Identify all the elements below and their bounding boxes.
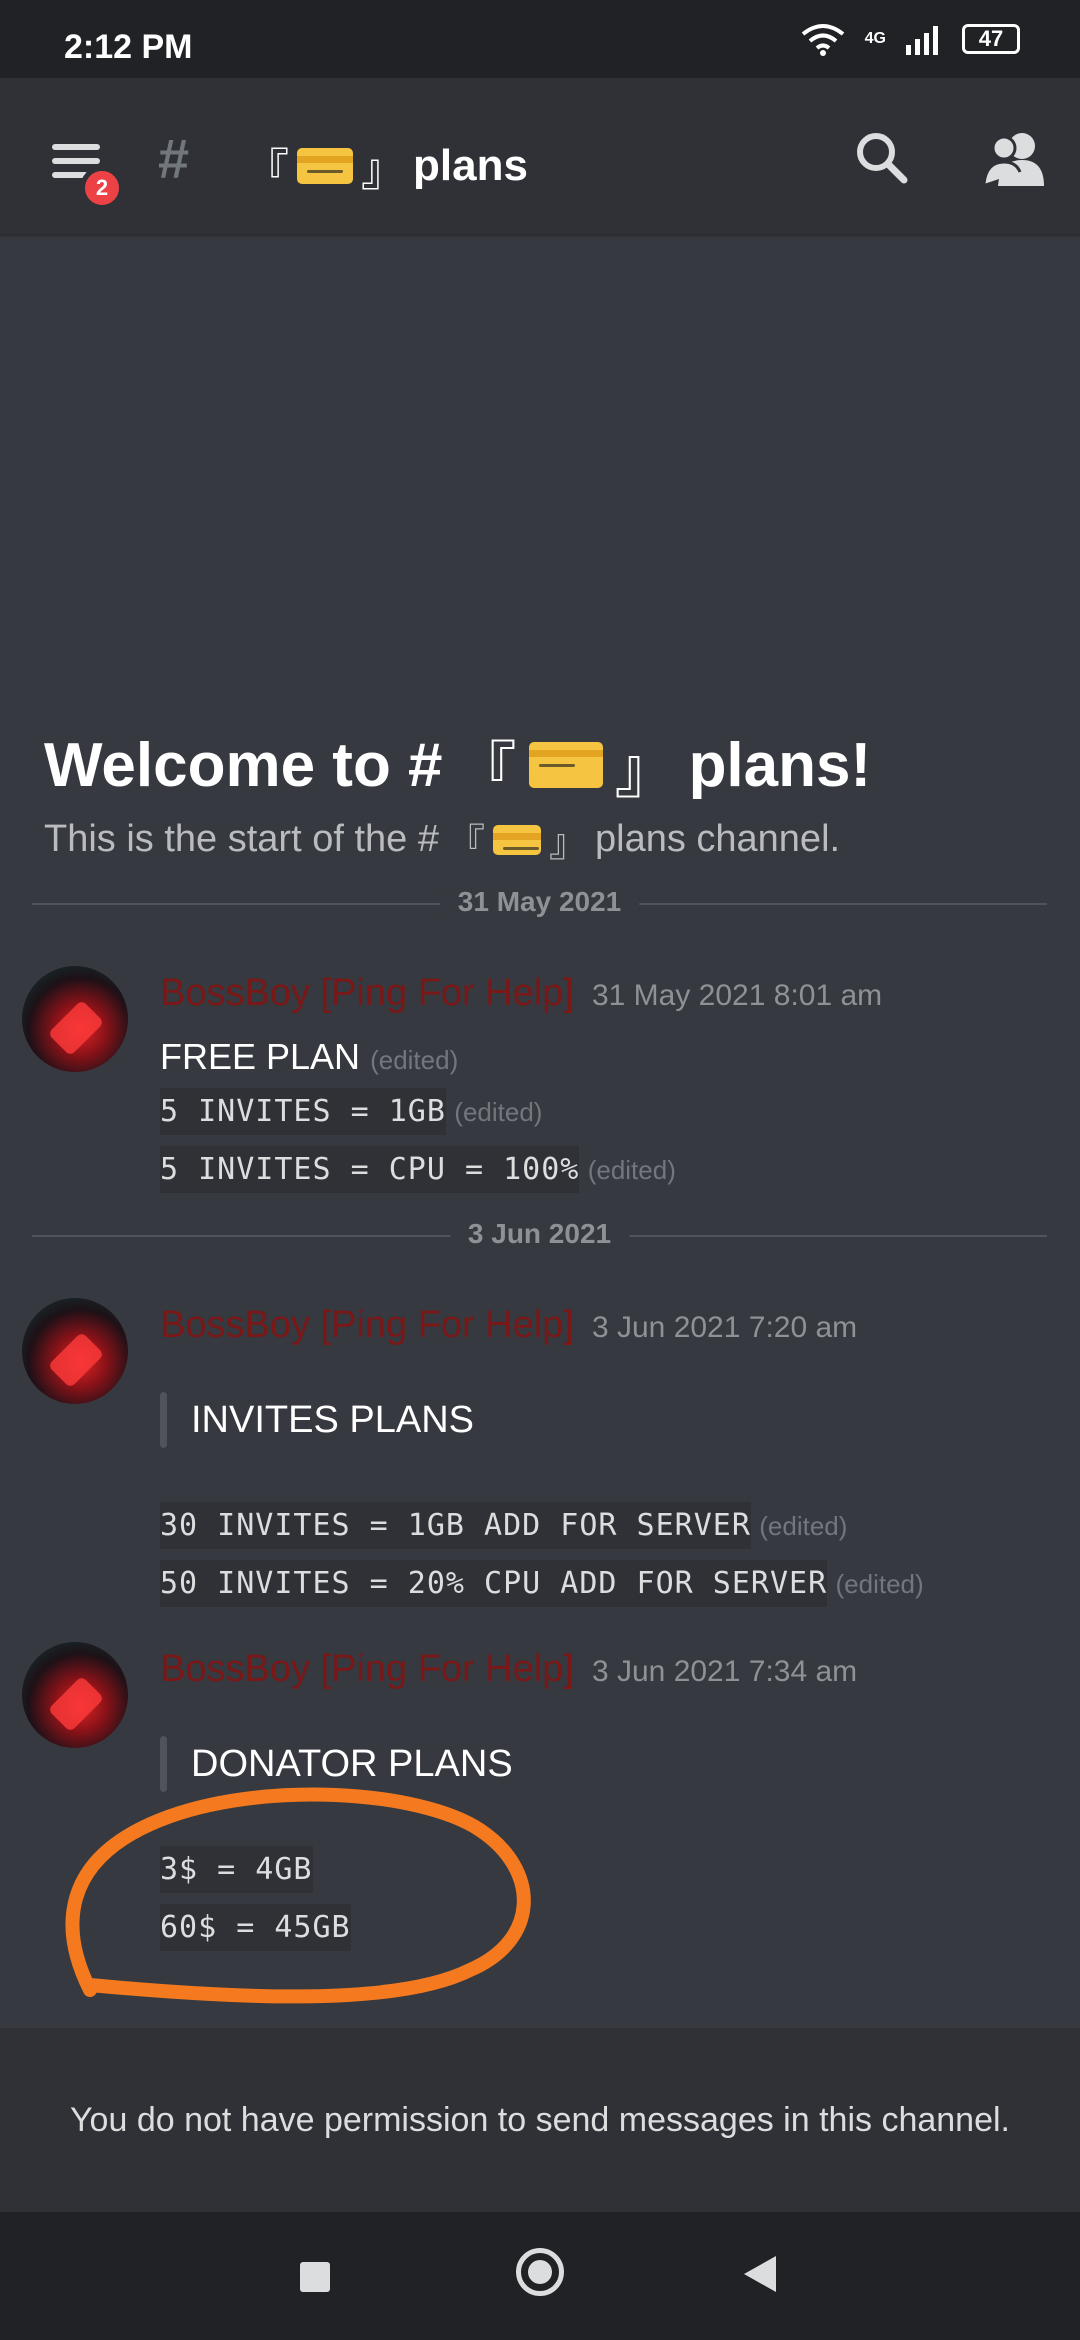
recents-icon[interactable] [300,2262,330,2292]
timestamp: 3 Jun 2021 7:34 am [591,1655,858,1688]
inline-code: 5 INVITES = CPU = 100% [160,1146,580,1193]
welcome-title-prefix: Welcome to # [44,730,443,800]
avatar[interactable] [22,1642,128,1748]
bracket-open: 『 [446,823,485,865]
hash-icon: # [158,127,190,190]
author-name[interactable]: BossBoy [Ping For Help] [160,972,574,1015]
block-quote: DONATOR PLANS [160,1736,513,1792]
block-quote: INVITES PLANS [160,1392,474,1448]
date-divider-label: 31 May 2021 [439,886,640,918]
code-line: 3$ = 4GB [160,1846,313,1893]
welcome-subtitle-prefix: This is the start of the # [44,818,439,860]
edited-label: (edited) [835,1569,924,1599]
edited-label: (edited) [759,1511,848,1541]
status-time: 2:12 PM [64,28,193,66]
code-line: 50 INVITES = 20% CPU ADD FOR SERVER (edi… [160,1560,924,1607]
message-title-text: FREE PLAN [160,1036,361,1077]
code-line: 5 INVITES = CPU = 100% (edited) [160,1146,676,1193]
home-icon[interactable] [516,2248,564,2296]
message-header: BossBoy [Ping For Help] 31 May 2021 8:01… [160,972,882,1015]
battery-level: 47 [978,26,1004,51]
bracket-close: 』 [548,823,587,865]
message-header: BossBoy [Ping For Help] 3 Jun 2021 7:34 … [160,1648,857,1691]
credit-card-icon [297,148,353,184]
quote-text: DONATOR PLANS [191,1742,513,1785]
date-divider: 3 Jun 2021 [32,1216,1047,1256]
status-bar: 2:12 PM 4G 47 [0,0,1080,78]
menu-icon [52,144,100,150]
wifi-icon [801,24,844,56]
inline-code: 5 INVITES = 1GB [160,1088,446,1135]
status-icons: 4G 47 [799,22,1020,56]
welcome-title: Welcome to # 『 』 plans! [44,720,871,810]
author-name[interactable]: BossBoy [Ping For Help] [160,1648,574,1691]
back-icon[interactable] [744,2256,776,2292]
bracket-open: 『 [245,146,289,195]
timestamp: 3 Jun 2021 7:20 am [591,1311,858,1344]
message-title: FREE PLAN (edited) [160,1036,458,1078]
inline-code: 60$ = 45GB [160,1904,351,1951]
date-divider-label: 3 Jun 2021 [449,1218,630,1250]
battery-icon: 47 [962,24,1020,54]
network-type: 4G [864,30,886,47]
welcome-title-suffix: plans! [688,730,872,800]
inline-code: 3$ = 4GB [160,1846,313,1893]
welcome-subtitle: This is the start of the # 『 』 plans cha… [44,812,840,867]
edited-label: (edited) [370,1045,459,1075]
permission-notice: You do not have permission to send messa… [0,2028,1080,2212]
author-name[interactable]: BossBoy [Ping For Help] [160,1304,574,1347]
search-icon[interactable] [852,128,912,188]
credit-card-icon [528,742,603,788]
bracket-close: 』 [361,146,405,195]
inline-code: 30 INVITES = 1GB ADD FOR SERVER [160,1502,751,1549]
code-line: 60$ = 45GB [160,1904,351,1951]
channel-name: plans [413,141,528,190]
bracket-open: 『 [454,737,517,806]
welcome-subtitle-suffix: plans channel. [595,818,841,860]
quote-text: INVITES PLANS [191,1398,474,1441]
credit-card-icon [492,824,541,855]
edited-label: (edited) [454,1097,543,1127]
members-icon[interactable] [982,128,1046,188]
avatar[interactable] [22,966,128,1072]
permission-text: You do not have permission to send messa… [70,2100,1010,2139]
signal-icon [906,26,938,55]
channel-title[interactable]: 『 』 plans [245,134,528,198]
message-header: BossBoy [Ping For Help] 3 Jun 2021 7:20 … [160,1304,857,1347]
timestamp: 31 May 2021 8:01 am [591,979,883,1012]
date-divider: 31 May 2021 [32,884,1047,924]
channel-header: 2 # 『 』 plans [0,78,1080,234]
inline-code: 50 INVITES = 20% CPU ADD FOR SERVER [160,1560,828,1607]
bracket-close: 』 [614,737,677,806]
avatar[interactable] [22,1298,128,1404]
code-line: 30 INVITES = 1GB ADD FOR SERVER (edited) [160,1502,848,1549]
code-line: 5 INVITES = 1GB (edited) [160,1088,543,1135]
edited-label: (edited) [587,1155,676,1185]
notification-badge: 2 [80,166,124,210]
